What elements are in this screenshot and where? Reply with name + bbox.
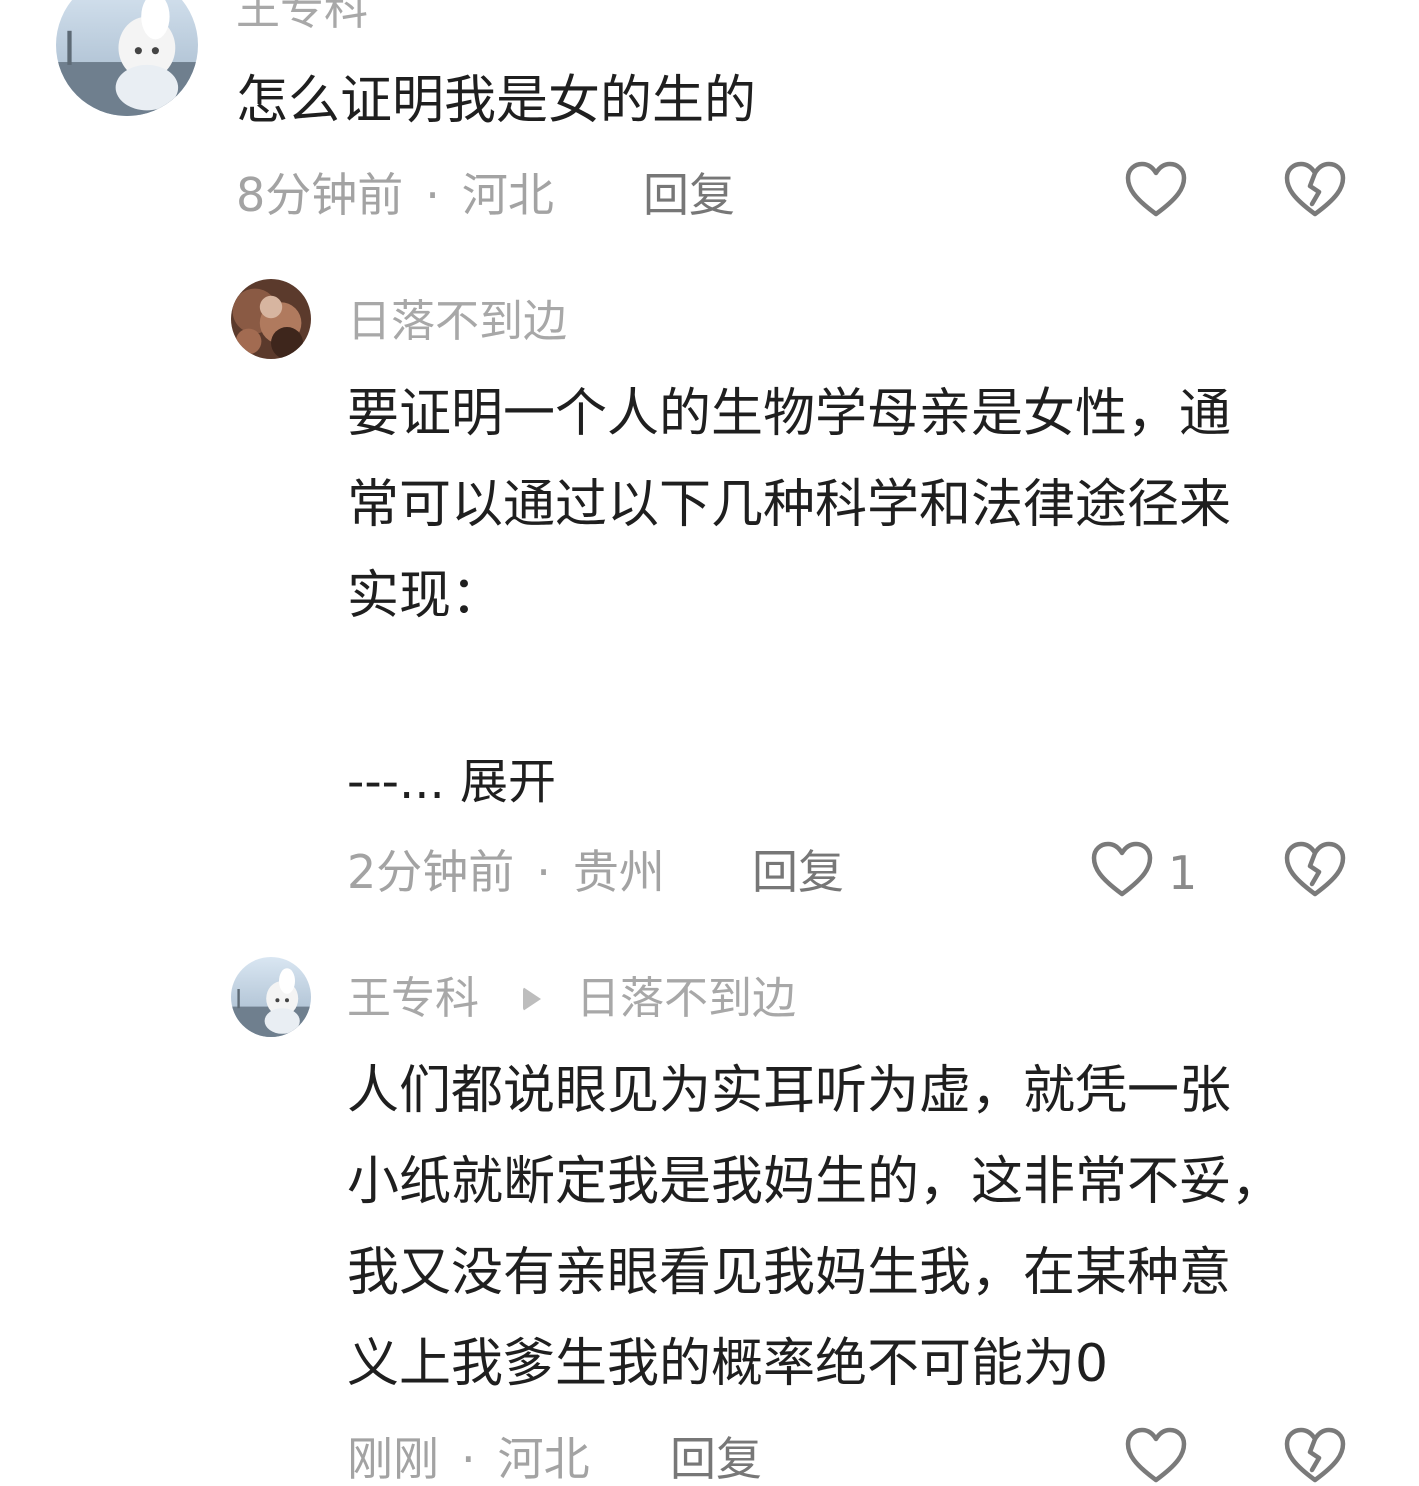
- triangle-right-icon: [523, 987, 541, 1011]
- expand-link[interactable]: ---... 展开: [347, 758, 556, 806]
- comment-text: 怎么证明我是女的生的: [236, 71, 757, 131]
- avatar[interactable]: [231, 957, 311, 1037]
- comment-meta: 8分钟前 · 河北: [236, 172, 554, 218]
- comment-author[interactable]: 王专科: [347, 977, 479, 1021]
- comment-text: 小纸就断定我是我妈生的，这非常不妥，: [347, 1152, 1284, 1212]
- meta-separator: ·: [536, 845, 551, 899]
- comment-location: 河北: [461, 168, 554, 222]
- like-count: 1: [1168, 846, 1198, 900]
- reply-button[interactable]: 回复: [752, 849, 844, 895]
- reply-button[interactable]: 回复: [670, 1436, 762, 1482]
- comment-time: 8分钟前: [236, 168, 404, 222]
- heart-outline-icon: [1091, 841, 1153, 897]
- avatar[interactable]: [56, 0, 198, 116]
- comment-meta: 2分钟前 · 贵州: [347, 849, 665, 895]
- avatar[interactable]: [231, 279, 311, 359]
- comment-author[interactable]: 王专科: [236, 0, 368, 32]
- broken-heart-icon: [1284, 841, 1346, 897]
- like-button[interactable]: [1124, 1426, 1188, 1486]
- like-button[interactable]: [1090, 840, 1154, 900]
- avatar-anime-icon: [231, 957, 311, 1037]
- meta-separator: ·: [425, 168, 440, 222]
- reply-button[interactable]: 回复: [643, 172, 735, 218]
- comment-time: 2分钟前: [347, 845, 515, 899]
- comment-time: 刚刚: [347, 1432, 439, 1486]
- dislike-button[interactable]: [1283, 840, 1347, 900]
- heart-outline-icon: [1125, 161, 1187, 217]
- avatar-anime-icon: [56, 0, 198, 116]
- comment-meta: 刚刚 · 河北: [347, 1436, 590, 1482]
- reply-target-author[interactable]: 日落不到边: [576, 977, 796, 1021]
- comment-text: 人们都说眼见为实耳听为虚，就凭一张: [347, 1061, 1232, 1121]
- comment-text: 义上我爹生我的概率绝不可能为0: [347, 1334, 1109, 1394]
- comment-location: 贵州: [572, 845, 665, 899]
- broken-heart-icon: [1284, 161, 1346, 217]
- comment-text: 要证明一个人的生物学母亲是女性，通: [347, 384, 1232, 444]
- like-button[interactable]: [1124, 160, 1188, 220]
- meta-separator: ·: [461, 1432, 476, 1486]
- avatar-photo-icon: [231, 279, 311, 359]
- dislike-button[interactable]: [1283, 1426, 1347, 1486]
- comment-author[interactable]: 日落不到边: [347, 300, 567, 344]
- comment-text: 实现：: [347, 566, 504, 626]
- heart-outline-icon: [1125, 1427, 1187, 1483]
- dislike-button[interactable]: [1283, 160, 1347, 220]
- comment-location: 河北: [497, 1432, 590, 1486]
- comment-text: 常可以通过以下几种科学和法律途径来: [347, 475, 1232, 535]
- broken-heart-icon: [1284, 1427, 1346, 1483]
- comment-text: 我又没有亲眼看见我妈生我，在某种意: [347, 1243, 1232, 1303]
